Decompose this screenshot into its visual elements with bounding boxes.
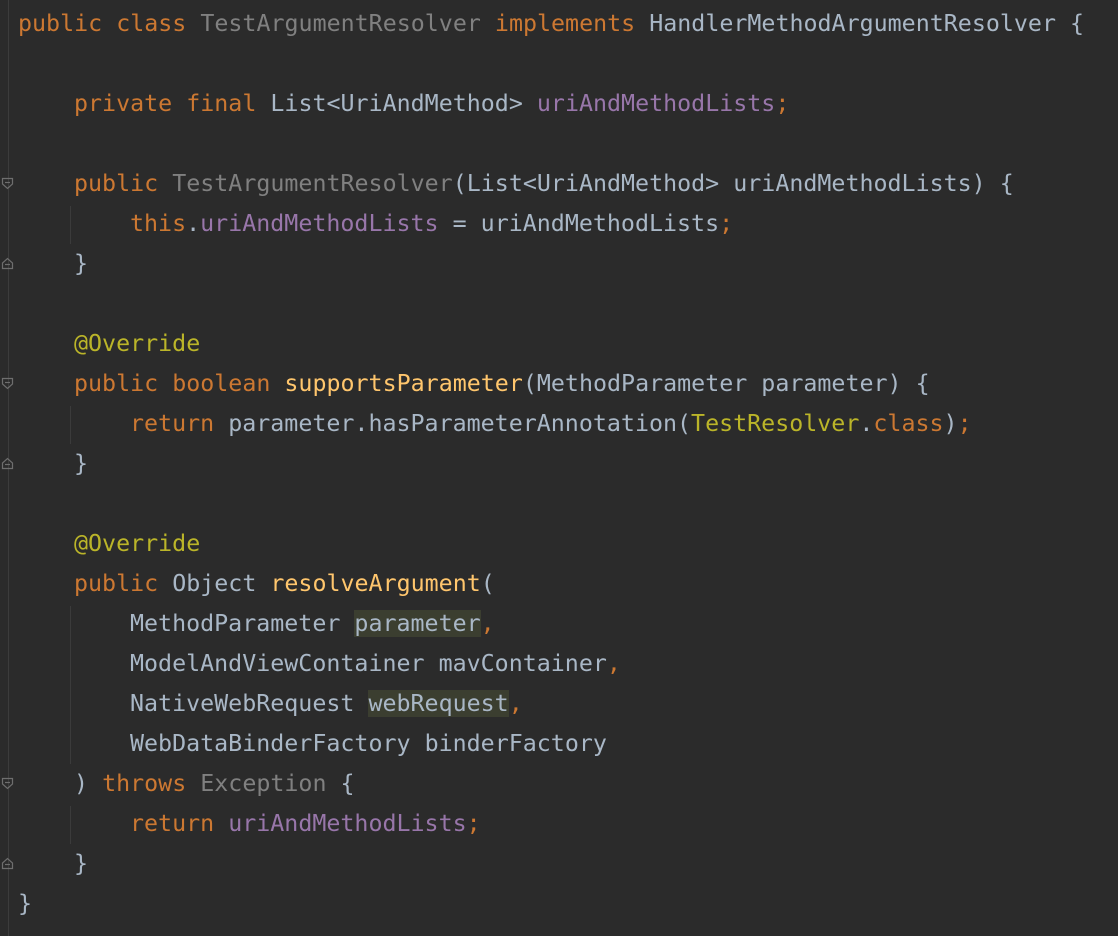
code-line-return[interactable]: return parameter.hasParameterAnnotation(… — [130, 404, 972, 444]
brace: } — [74, 850, 89, 877]
indent-guide — [70, 606, 71, 764]
keyword: this — [130, 210, 187, 237]
brace: } — [74, 450, 89, 477]
type-name: List<UriAndMethod> — [270, 90, 523, 117]
fold-collapse-icon[interactable] — [1, 777, 14, 790]
keyword: class — [116, 10, 187, 37]
field-name: uriAndMethodLists — [536, 90, 776, 117]
brace: { — [340, 770, 355, 797]
comma: , — [508, 690, 523, 717]
class-name: TestArgumentResolver — [200, 10, 481, 37]
keyword: public — [74, 370, 159, 397]
annotation-type: TestResolver — [691, 410, 860, 437]
method-name: resolveArgument — [270, 570, 481, 597]
brace: } — [18, 890, 33, 917]
indent-guide — [70, 206, 71, 244]
semicolon: ; — [775, 90, 790, 117]
parameter-name: mavContainer — [438, 650, 607, 677]
code-line-return[interactable]: return uriAndMethodLists; — [130, 804, 481, 844]
fold-collapse-icon[interactable] — [1, 377, 14, 390]
code-line-method-signature[interactable]: public boolean supportsParameter(MethodP… — [74, 364, 930, 404]
code-line-parameter[interactable]: WebDataBinderFactory binderFactory — [130, 724, 607, 764]
paren: ( — [480, 570, 495, 597]
code-line-constructor[interactable]: public TestArgumentResolver(List<UriAndM… — [74, 164, 1014, 204]
parameter-name-highlighted: parameter — [354, 610, 481, 637]
fold-end-icon[interactable] — [1, 857, 14, 870]
keyword: return — [130, 810, 215, 837]
annotation: @Override — [74, 330, 201, 357]
type-name: ModelAndViewContainer — [130, 650, 425, 677]
paren: ) — [74, 770, 89, 797]
semicolon: ; — [719, 210, 734, 237]
keyword: throws — [102, 770, 187, 797]
code-line-throws[interactable]: ) throws Exception { — [74, 764, 355, 804]
code-line-class-declaration[interactable]: public class TestArgumentResolver implem… — [18, 4, 1084, 44]
keyword: return — [130, 410, 215, 437]
code-line-annotation[interactable]: @Override — [74, 324, 200, 364]
field-name: uriAndMethodLists — [200, 210, 439, 237]
brace: { — [1070, 10, 1085, 37]
dot: . — [186, 210, 201, 237]
parameter-name: binderFactory — [424, 730, 607, 757]
exception-type: Exception — [200, 770, 327, 797]
keyword: public — [74, 570, 159, 597]
code-line-parameter[interactable]: ModelAndViewContainer mavContainer, — [130, 644, 621, 684]
dot: . — [859, 410, 874, 437]
comma: , — [480, 610, 495, 637]
fold-end-icon[interactable] — [1, 457, 14, 470]
fold-collapse-icon[interactable] — [1, 177, 14, 190]
parameter-list: (List<UriAndMethod> uriAndMethodLists) { — [452, 170, 1014, 197]
code-editor[interactable]: public class TestArgumentResolver implem… — [0, 0, 1118, 936]
code-line-parameter[interactable]: NativeWebRequest webRequest, — [130, 684, 523, 724]
paren: ) — [943, 410, 958, 437]
code-line-parameter[interactable]: MethodParameter parameter, — [130, 604, 495, 644]
constructor-name: TestArgumentResolver — [172, 170, 453, 197]
code-line-field-declaration[interactable]: private final List<UriAndMethod> uriAndM… — [74, 84, 789, 124]
semicolon: ; — [466, 810, 481, 837]
semicolon: ; — [957, 410, 972, 437]
type-name: MethodParameter — [130, 610, 341, 637]
field-name: uriAndMethodLists — [228, 810, 467, 837]
indent-guide — [70, 406, 71, 444]
parameter-list: (MethodParameter parameter) { — [522, 370, 930, 397]
keyword: public — [18, 10, 103, 37]
keyword: implements — [494, 10, 636, 37]
comma: , — [606, 650, 621, 677]
code-line-closing-brace[interactable]: } — [74, 444, 88, 484]
keyword: private — [74, 90, 173, 117]
keyword: public — [74, 170, 159, 197]
method-name: supportsParameter — [284, 370, 523, 397]
interface-name: HandlerMethodArgumentResolver — [649, 10, 1056, 37]
code-line-annotation[interactable]: @Override — [74, 524, 200, 564]
keyword: class — [873, 410, 944, 437]
code-line-closing-brace[interactable]: } — [74, 244, 88, 284]
keyword: final — [186, 90, 257, 117]
keyword: boolean — [172, 370, 271, 397]
code-line-assignment[interactable]: this.uriAndMethodLists = uriAndMethodLis… — [130, 204, 733, 244]
assignment-value: = uriAndMethodLists — [438, 210, 720, 237]
method-call: parameter.hasParameterAnnotation( — [228, 410, 692, 437]
brace: } — [74, 250, 89, 277]
code-line-method-signature[interactable]: public Object resolveArgument( — [74, 564, 495, 604]
parameter-name-highlighted: webRequest — [368, 690, 509, 717]
code-line-class-closing-brace[interactable]: } — [18, 884, 32, 924]
annotation: @Override — [74, 530, 201, 557]
code-line-closing-brace[interactable]: } — [74, 844, 88, 884]
type-name: Object — [172, 570, 257, 597]
fold-end-icon[interactable] — [1, 257, 14, 270]
type-name: NativeWebRequest — [130, 690, 355, 717]
indent-guide — [70, 806, 71, 844]
type-name: WebDataBinderFactory — [130, 730, 411, 757]
